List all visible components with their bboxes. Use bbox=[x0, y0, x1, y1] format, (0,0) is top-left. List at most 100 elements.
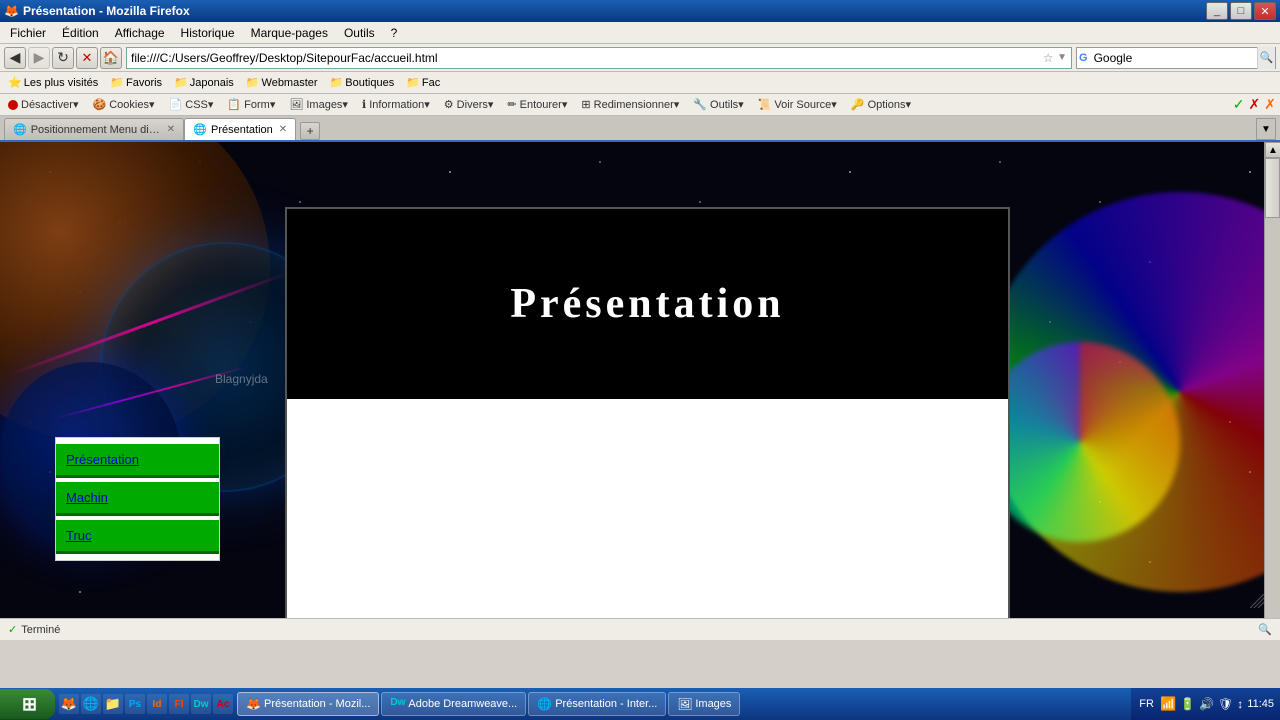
back-button[interactable]: ◀ bbox=[4, 47, 26, 69]
taskbar-icon-dw[interactable]: Dw bbox=[191, 694, 211, 714]
nav-menu-truc[interactable]: Truc bbox=[56, 520, 219, 554]
bookmark-japonais[interactable]: 📁 Japonais bbox=[170, 75, 238, 90]
maximize-button[interactable]: □ bbox=[1230, 2, 1252, 20]
site-nav-menu: Présentation Machin Truc bbox=[55, 437, 220, 561]
taskbar-app-firefox[interactable]: 🦊 Présentation - Mozil... bbox=[237, 692, 379, 716]
status-icon: ✓ bbox=[8, 623, 17, 636]
tab-label-2: Présentation bbox=[211, 124, 273, 136]
scrollbar-thumb[interactable] bbox=[1265, 158, 1280, 218]
home-button[interactable]: 🏠 bbox=[100, 47, 122, 69]
dropdown-icon[interactable]: ▼ bbox=[1057, 52, 1067, 63]
resize-handle[interactable] bbox=[1250, 594, 1264, 608]
taskbar-icon-acrobat[interactable]: Ac bbox=[213, 694, 233, 714]
webdev-css[interactable]: 📄 CSS▾ bbox=[165, 97, 218, 112]
menu-bar: Fichier Édition Affichage Historique Mar… bbox=[0, 22, 1280, 44]
webdev-entourer[interactable]: ✏ Entourer▾ bbox=[503, 97, 571, 112]
webdev-divers[interactable]: ⚙ Divers▾ bbox=[440, 97, 498, 112]
window-title: Présentation - Mozilla Firefox bbox=[23, 4, 1206, 18]
scroll-up-button[interactable]: ▲ bbox=[1265, 142, 1280, 158]
menu-outils[interactable]: Outils bbox=[338, 24, 381, 42]
tray-antivirus-icon: 🛡 bbox=[1218, 697, 1233, 711]
menu-help[interactable]: ? bbox=[385, 24, 404, 42]
menu-affichage[interactable]: Affichage bbox=[109, 24, 171, 42]
webdev-cookies[interactable]: 🍪 Cookies▾ bbox=[88, 97, 158, 112]
start-button[interactable]: ⊞ bbox=[0, 689, 55, 719]
taskbar-app-label-inter: Présentation - Inter... bbox=[555, 698, 657, 710]
menu-marque-pages[interactable]: Marque-pages bbox=[245, 24, 334, 42]
bookmark-webmaster[interactable]: 📁 Webmaster bbox=[242, 75, 322, 90]
scrollbar-track bbox=[1265, 158, 1280, 624]
bookmark-les-plus-visites[interactable]: ⭐ Les plus visités bbox=[4, 75, 102, 90]
taskbar-icon-id[interactable]: Id bbox=[147, 694, 167, 714]
menu-historique[interactable]: Historique bbox=[175, 24, 241, 42]
main-header: Présentation bbox=[287, 209, 1008, 399]
taskbar-icon-firefox[interactable]: 🦊 bbox=[59, 694, 79, 714]
taskbar-app-icon-images: 🖼 bbox=[677, 697, 691, 711]
main-content-panel: Présentation bbox=[285, 207, 1010, 621]
taskbar-app-images[interactable]: 🖼 Images bbox=[668, 692, 740, 716]
bookmark-favoris[interactable]: 📁 Favoris bbox=[106, 75, 166, 90]
validator-ok-icon: ✓ bbox=[1233, 96, 1245, 113]
taskbar-app-icon-inter: 🌐 bbox=[537, 697, 551, 711]
taskbar-app-presentation-inter[interactable]: 🌐 Présentation - Inter... bbox=[528, 692, 666, 716]
taskbar-icon-ps[interactable]: Ps bbox=[125, 694, 145, 714]
webdev-desactiver[interactable]: Désactiver▾ bbox=[4, 97, 82, 112]
main-body bbox=[287, 399, 1008, 619]
status-text: Terminé bbox=[21, 624, 60, 636]
tab-close-2[interactable]: ✕ bbox=[279, 124, 287, 135]
google-icon: G bbox=[1077, 52, 1090, 64]
scrollbar: ▲ ▼ bbox=[1264, 142, 1280, 640]
bookmark-star-icon[interactable]: ☆ bbox=[1039, 51, 1057, 65]
tray-network-icon: 📶 bbox=[1160, 696, 1176, 712]
tab-label-1: Positionnement Menu différent ent... bbox=[31, 124, 161, 136]
rainbow-orb-small bbox=[980, 342, 1180, 542]
menu-edition[interactable]: Édition bbox=[56, 24, 105, 42]
menu-fichier[interactable]: Fichier bbox=[4, 24, 52, 42]
page-title: Présentation bbox=[510, 280, 784, 328]
webdev-status-indicators: ✓ ✗ ✗ bbox=[1233, 96, 1276, 113]
stop-button[interactable]: ✕ bbox=[76, 47, 98, 69]
taskbar-icon-folder[interactable]: 📁 bbox=[103, 694, 123, 714]
webdev-information[interactable]: ℹ Information▾ bbox=[358, 97, 434, 112]
taskbar: ⊞ 🦊 🌐 📁 Ps Id Fl Dw Ac 🦊 Présentation - … bbox=[0, 688, 1280, 720]
window-controls: _ □ ✕ bbox=[1206, 2, 1276, 20]
webdev-voir-source[interactable]: 📜 Voir Source▾ bbox=[754, 97, 841, 112]
taskbar-app-dreamweaver[interactable]: Dw Adobe Dreamweave... bbox=[381, 692, 526, 716]
forward-button[interactable]: ▶ bbox=[28, 47, 50, 69]
address-bar-container: ☆ ▼ bbox=[126, 47, 1072, 69]
status-right: 🔍 bbox=[1258, 623, 1272, 636]
bookmarks-bar: ⭐ Les plus visités 📁 Favoris 📁 Japonais … bbox=[0, 72, 1280, 94]
tray-sync-icon: ↕ bbox=[1237, 697, 1243, 711]
new-tab-button[interactable]: + bbox=[300, 122, 320, 140]
nav-menu-machin[interactable]: Machin bbox=[56, 482, 219, 516]
status-bar: ✓ Terminé 🔍 bbox=[0, 618, 1280, 640]
taskbar-icon-fl[interactable]: Fl bbox=[169, 694, 189, 714]
tray-language: FR bbox=[1137, 698, 1156, 710]
webdev-options[interactable]: 🔑 Options▾ bbox=[847, 97, 915, 112]
close-button[interactable]: ✕ bbox=[1254, 2, 1276, 20]
title-bar: 🦊 Présentation - Mozilla Firefox _ □ ✕ bbox=[0, 0, 1280, 22]
webdev-images[interactable]: 🖼 Images▾ bbox=[285, 97, 352, 112]
tab-close-1[interactable]: ✕ bbox=[167, 124, 175, 135]
search-input[interactable] bbox=[1090, 51, 1257, 65]
bookmark-boutiques[interactable]: 📁 Boutiques bbox=[326, 75, 399, 90]
taskbar-system-tray: FR 📶 🔋 🔊 🛡 ↕ 11:45 bbox=[1131, 688, 1280, 720]
tab-presentation[interactable]: 🌐 Présentation ✕ bbox=[184, 118, 296, 140]
tab-scroll-button[interactable]: ▼ bbox=[1256, 118, 1276, 140]
search-button[interactable]: 🔍 bbox=[1257, 47, 1275, 69]
taskbar-app-icon-firefox: 🦊 bbox=[246, 697, 260, 711]
nav-menu-presentation[interactable]: Présentation bbox=[56, 444, 219, 478]
webdev-form[interactable]: 📋 Form▾ bbox=[223, 97, 279, 112]
minimize-button[interactable]: _ bbox=[1206, 2, 1228, 20]
tab-positionnement[interactable]: 🌐 Positionnement Menu différent ent... ✕ bbox=[4, 118, 184, 140]
taskbar-icon-ie[interactable]: 🌐 bbox=[81, 694, 101, 714]
browser-content: Présentation Machin Truc Blagnyjda Prése… bbox=[0, 142, 1280, 640]
windows-icon: ⊞ bbox=[22, 694, 37, 715]
reload-button[interactable]: ↻ bbox=[52, 47, 74, 69]
webdev-redimensionner[interactable]: ⊞ Redimensionner▾ bbox=[577, 97, 683, 112]
bookmark-fac[interactable]: 📁 Fac bbox=[402, 75, 444, 90]
navigation-bar: ◀ ▶ ↻ ✕ 🏠 ☆ ▼ G 🔍 bbox=[0, 44, 1280, 72]
webdev-outils[interactable]: 🔧 Outils▾ bbox=[689, 97, 747, 112]
address-input[interactable] bbox=[131, 51, 1039, 65]
window-icon: 🦊 bbox=[4, 4, 19, 18]
